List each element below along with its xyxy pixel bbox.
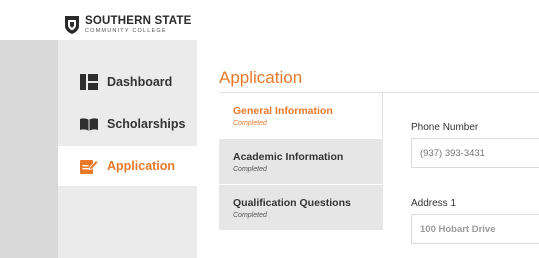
sidebar: Dashboard Scholarships Application bbox=[58, 40, 197, 258]
general-information-form: Phone Number Address 1 bbox=[397, 93, 539, 258]
address-1-label: Address 1 bbox=[411, 198, 457, 209]
step-title: Qualification Questions bbox=[233, 197, 351, 209]
sidebar-item-scholarships[interactable]: Scholarships bbox=[58, 104, 197, 144]
edit-document-icon bbox=[80, 159, 98, 174]
logo-line-2: COMMUNITY COLLEGE bbox=[85, 27, 167, 34]
step-title: General Information bbox=[233, 105, 333, 117]
open-book-icon bbox=[80, 118, 98, 131]
address-1-input[interactable] bbox=[411, 214, 539, 244]
step-status: Completed bbox=[233, 212, 267, 219]
shield-logo-icon bbox=[65, 16, 79, 34]
application-steps: General Information Completed Academic I… bbox=[219, 93, 383, 258]
phone-number-label: Phone Number bbox=[411, 122, 479, 133]
main-content: Application General Information Complete… bbox=[197, 40, 539, 258]
sidebar-item-label: Dashboard bbox=[107, 75, 173, 89]
step-title: Academic Information bbox=[233, 151, 344, 163]
step-status: Completed bbox=[233, 120, 267, 127]
sidebar-item-label: Scholarships bbox=[107, 117, 186, 131]
college-logo[interactable]: SOUTHERN STATE COMMUNITY COLLEGE bbox=[64, 15, 192, 35]
logo-line-1: SOUTHERN STATE bbox=[85, 15, 192, 27]
phone-number-input[interactable] bbox=[411, 138, 539, 168]
step-status: Completed bbox=[233, 166, 267, 173]
step-academic-information[interactable]: Academic Information Completed bbox=[219, 139, 383, 185]
sidebar-item-dashboard[interactable]: Dashboard bbox=[58, 62, 197, 102]
step-general-information[interactable]: General Information Completed bbox=[219, 93, 383, 139]
sidebar-item-application[interactable]: Application bbox=[58, 146, 197, 186]
app-header: SOUTHERN STATE COMMUNITY COLLEGE bbox=[0, 0, 539, 40]
sidebar-item-label: Application bbox=[107, 159, 176, 173]
page-title: Application bbox=[219, 68, 303, 87]
dashboard-icon bbox=[80, 74, 98, 90]
step-qualification-questions[interactable]: Qualification Questions Completed bbox=[219, 185, 383, 231]
logo-wordmark: SOUTHERN STATE COMMUNITY COLLEGE bbox=[85, 15, 192, 34]
left-gutter bbox=[0, 40, 58, 258]
